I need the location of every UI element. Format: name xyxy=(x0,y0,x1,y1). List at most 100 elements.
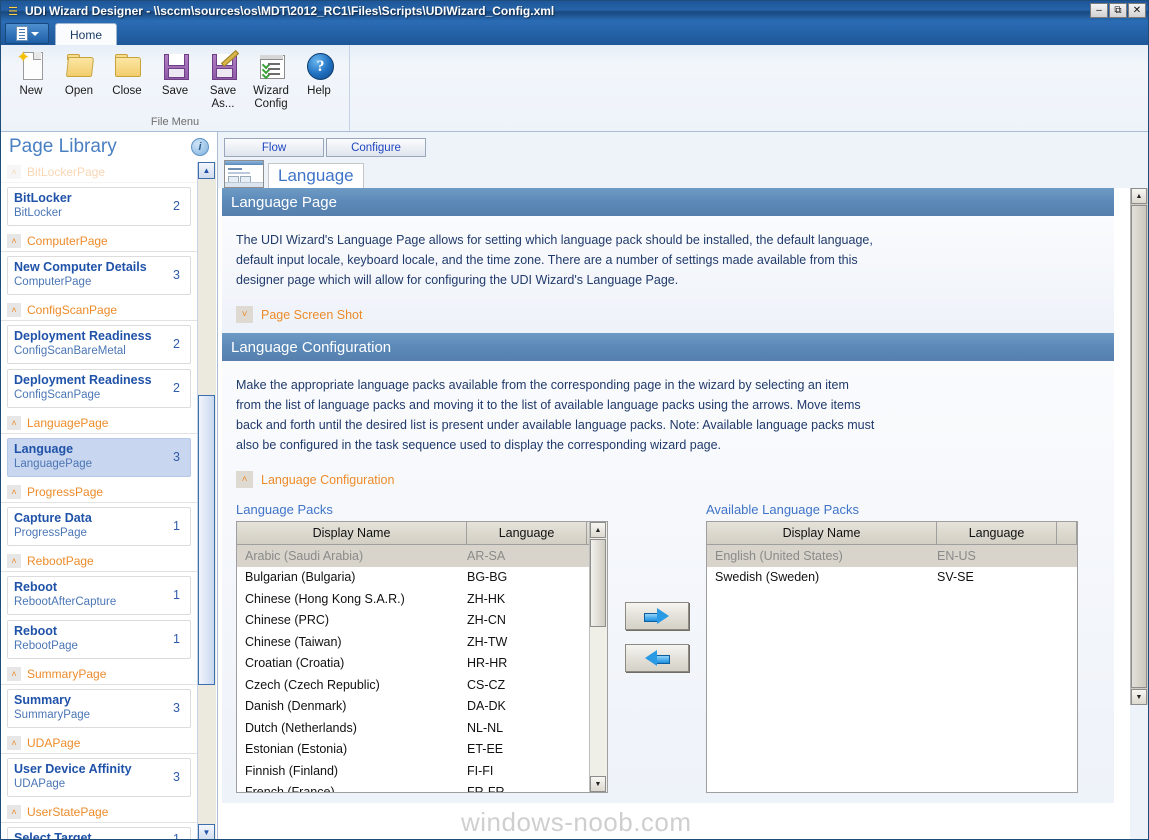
page-card-summary[interactable]: Summary SummaryPage 3 xyxy=(7,689,191,728)
page-card-reboot-after-capture[interactable]: Reboot RebootAfterCapture 1 xyxy=(7,576,191,615)
expander-language-configuration[interactable]: ˄ Language Configuration xyxy=(236,471,1114,488)
language-packs-rows: Arabic (Saudi Arabia) AR-SA Bulgarian (B… xyxy=(237,545,607,792)
move-right-arrow-icon xyxy=(644,608,670,624)
info-icon[interactable]: i xyxy=(191,138,209,156)
scroll-down-arrow-icon[interactable]: ▼ xyxy=(198,824,215,839)
scroll-down-arrow-icon[interactable]: ▼ xyxy=(1131,689,1147,705)
ribbon-tab-strip: Home xyxy=(1,21,1148,45)
cell-language: CS-CZ xyxy=(467,677,506,692)
page-card-select-target[interactable]: Select Target 1 xyxy=(7,827,191,839)
page-card-count: 3 xyxy=(173,268,180,282)
move-left-button[interactable] xyxy=(625,644,689,672)
page-card-language[interactable]: Language LanguagePage 3 xyxy=(7,438,191,477)
page-card-name: BitLocker xyxy=(14,191,72,205)
page-card-reboot[interactable]: Reboot RebootPage 1 xyxy=(7,620,191,659)
page-card-name: User Device Affinity xyxy=(14,762,132,776)
available-language-packs-header: Display Name Language xyxy=(707,522,1077,545)
restore-button[interactable]: ⧉ xyxy=(1109,3,1127,18)
group-header-summarypage[interactable]: ˄ SummaryPage xyxy=(1,664,197,685)
cell-language: NL-NL xyxy=(467,720,504,735)
open-button-label: Open xyxy=(64,85,94,97)
section-body-language-page: The UDI Wizard's Language Page allows fo… xyxy=(222,216,1114,333)
wizard-config-button[interactable]: Wizard Config xyxy=(247,48,295,111)
table-row[interactable]: French (France) FR-FR xyxy=(237,782,607,792)
ribbon-group-label: File Menu xyxy=(150,116,200,128)
group-header-configscanpage[interactable]: ˄ ConfigScanPage xyxy=(1,300,197,321)
page-card-deployment-readiness-baremetal[interactable]: Deployment Readiness ConfigScanBareMetal… xyxy=(7,325,191,364)
group-header-userstatepage[interactable]: ˄ UserStatePage xyxy=(1,802,197,823)
table-row[interactable]: Bulgarian (Bulgaria) BG-BG xyxy=(237,567,607,589)
move-right-button[interactable] xyxy=(625,602,689,630)
page-library-list[interactable]: ˄ BitLockerPage BitLocker BitLocker 2 ˄ … xyxy=(1,162,197,839)
page-card-user-device-affinity[interactable]: User Device Affinity UDAPage 3 xyxy=(7,758,191,797)
open-button[interactable]: Open xyxy=(55,48,103,98)
help-button[interactable]: ? Help xyxy=(295,48,343,98)
group-header-bitlockerpage[interactable]: ˄ BitLockerPage xyxy=(1,162,197,183)
table-row[interactable]: Danish (Denmark) DA-DK xyxy=(237,696,607,718)
table-row[interactable]: Estonian (Estonia) ET-EE xyxy=(237,739,607,761)
scrollbar-thumb[interactable] xyxy=(1131,205,1147,688)
page-card-new-computer-details[interactable]: New Computer Details ComputerPage 3 xyxy=(7,256,191,295)
tab-configure[interactable]: Configure xyxy=(326,138,426,157)
close-button[interactable]: ✕ xyxy=(1128,3,1146,18)
column-header-display-name[interactable]: Display Name xyxy=(707,522,937,544)
table-row[interactable]: Czech (Czech Republic) CS-CZ xyxy=(237,674,607,696)
table-row[interactable]: Chinese (Hong Kong S.A.R.) ZH-HK xyxy=(237,588,607,610)
cell-display-name: Czech (Czech Republic) xyxy=(245,677,380,692)
table-row[interactable]: Swedish (Sweden) SV-SE xyxy=(707,567,1077,589)
save-as-button[interactable]: Save As... xyxy=(199,48,247,111)
page-scroll-area: Language Page The UDI Wizard's Language … xyxy=(218,188,1130,839)
file-menu-button[interactable] xyxy=(5,23,49,44)
language-packs-column: Language Packs Display Name Language Ara xyxy=(236,502,608,793)
tab-flow[interactable]: Flow xyxy=(224,138,324,157)
cell-display-name: Bulgarian (Bulgaria) xyxy=(245,570,356,585)
table-row[interactable]: Dutch (Netherlands) NL-NL xyxy=(237,717,607,739)
cell-display-name: Finnish (Finland) xyxy=(245,763,339,778)
scroll-down-arrow-icon[interactable]: ▼ xyxy=(590,776,606,792)
available-language-packs-list[interactable]: Display Name Language English (United St… xyxy=(706,521,1078,793)
table-row[interactable]: Arabic (Saudi Arabia) AR-SA xyxy=(237,545,607,567)
column-header-display-name[interactable]: Display Name xyxy=(237,522,467,544)
chevron-up-icon: ˄ xyxy=(7,554,21,568)
content-scrollbar[interactable]: ▲ ▼ xyxy=(1130,188,1148,705)
new-button[interactable]: ✦ New xyxy=(7,48,55,98)
group-header-progresspage[interactable]: ˄ ProgressPage xyxy=(1,482,197,503)
page-card-capture-data[interactable]: Capture Data ProgressPage 1 xyxy=(7,507,191,546)
view-tab-strip: Flow Configure xyxy=(218,132,1148,160)
scroll-up-arrow-icon[interactable]: ▲ xyxy=(198,162,215,179)
minimize-button[interactable]: – xyxy=(1090,3,1108,18)
table-row[interactable]: Chinese (Taiwan) ZH-TW xyxy=(237,631,607,653)
page-library-scrollbar[interactable]: ▲ ▼ xyxy=(197,162,216,839)
scroll-up-arrow-icon[interactable]: ▲ xyxy=(1131,188,1147,204)
table-row[interactable]: English (United States) EN-US xyxy=(707,545,1077,567)
expander-page-screen-shot[interactable]: ˅ Page Screen Shot xyxy=(236,306,1114,323)
language-packs-list[interactable]: Display Name Language Arabic (Saudi Arab… xyxy=(236,521,608,793)
group-header-languagepage[interactable]: ˄ LanguagePage xyxy=(1,413,197,434)
column-header-language[interactable]: Language xyxy=(467,522,587,544)
scrollbar-thumb[interactable] xyxy=(590,539,606,627)
transfer-buttons xyxy=(608,502,706,793)
group-header-rebootpage[interactable]: ˄ RebootPage xyxy=(1,551,197,572)
tab-language[interactable]: Language xyxy=(268,163,364,188)
table-row[interactable]: Chinese (PRC) ZH-CN xyxy=(237,610,607,632)
scrollbar-thumb[interactable] xyxy=(198,395,215,685)
column-header-language[interactable]: Language xyxy=(937,522,1057,544)
save-button[interactable]: Save xyxy=(151,48,199,98)
page-card-name: Capture Data xyxy=(14,511,92,525)
close-button-ribbon[interactable]: Close xyxy=(103,48,151,98)
scroll-up-arrow-icon[interactable]: ▲ xyxy=(590,522,606,538)
tab-home[interactable]: Home xyxy=(55,23,118,45)
cell-language: BG-BG xyxy=(467,570,508,585)
page-card-bitlocker[interactable]: BitLocker BitLocker 2 xyxy=(7,187,191,226)
table-row[interactable]: Croatian (Croatia) HR-HR xyxy=(237,653,607,675)
group-header-computerpage[interactable]: ˄ ComputerPage xyxy=(1,231,197,252)
page-card-name: New Computer Details xyxy=(14,260,147,274)
page-card-name: Summary xyxy=(14,693,71,707)
page-card-deployment-readiness[interactable]: Deployment Readiness ConfigScanPage 2 xyxy=(7,369,191,408)
window-controls: – ⧉ ✕ xyxy=(1090,3,1146,18)
group-label: LanguagePage xyxy=(27,416,109,430)
table-row[interactable]: Finnish (Finland) FI-FI xyxy=(237,760,607,782)
language-packs-scrollbar[interactable]: ▲ ▼ xyxy=(589,522,607,792)
cell-display-name: French (France) xyxy=(237,785,467,792)
group-header-udapage[interactable]: ˄ UDAPage xyxy=(1,733,197,754)
